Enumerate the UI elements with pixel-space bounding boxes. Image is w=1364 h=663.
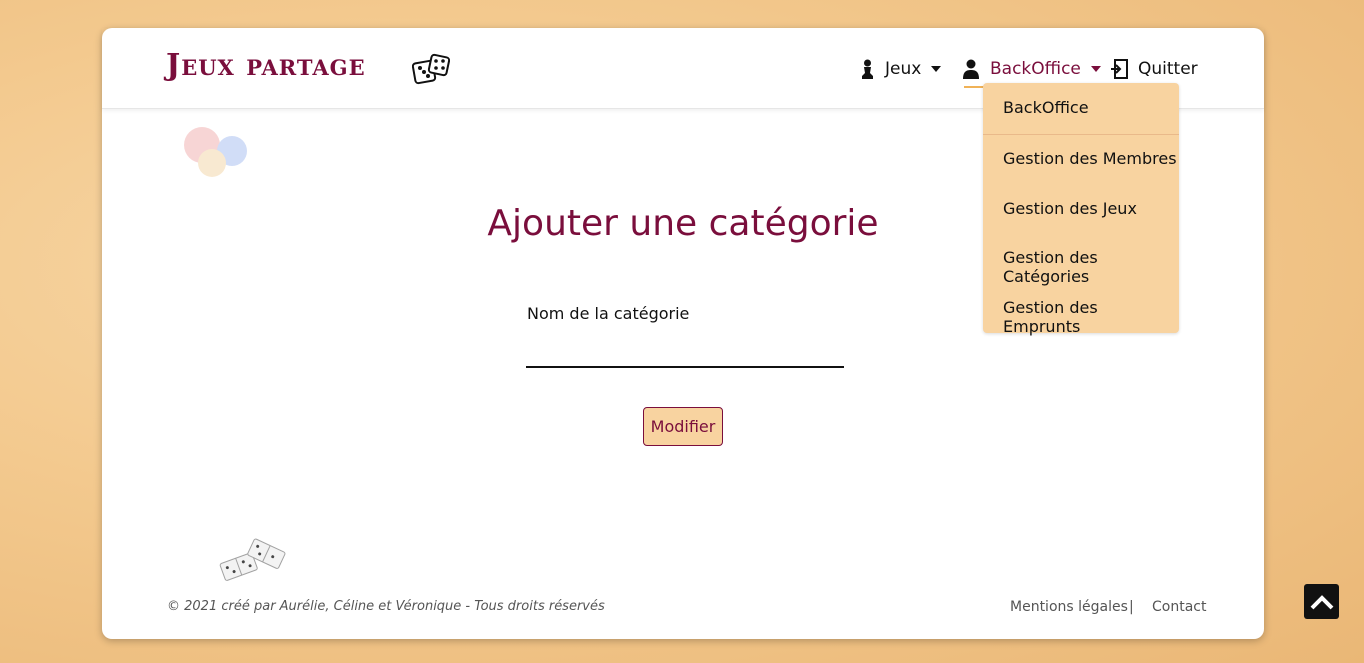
nav-backoffice[interactable]: BackOffice xyxy=(962,57,1101,81)
nav-jeux-label: Jeux xyxy=(885,59,922,79)
backoffice-dropdown-menu: BackOffice Gestion des Membres Gestion d… xyxy=(983,83,1179,336)
nav-quit[interactable]: Quitter xyxy=(1110,57,1198,81)
user-icon xyxy=(963,59,979,79)
footer-separator: | xyxy=(1129,599,1134,615)
main-card: Jeux partage Jeux BackOffice Quitter Ajo… xyxy=(102,28,1264,639)
nav-jeux[interactable]: Jeux xyxy=(860,57,942,81)
footer-contact-link[interactable]: Contact xyxy=(1152,599,1206,615)
poker-chips-icon xyxy=(184,127,247,177)
back-to-top-button[interactable] xyxy=(1304,584,1339,619)
dropdown-item-jeux[interactable]: Gestion des Jeux xyxy=(1003,199,1137,218)
caret-down-icon xyxy=(931,66,942,72)
footer-legal-link[interactable]: Mentions légales xyxy=(1010,599,1128,615)
dropdown-divider xyxy=(983,134,1179,135)
pawn-icon xyxy=(862,59,873,79)
nav-quit-label: Quitter xyxy=(1138,59,1198,79)
brand-logo[interactable]: Jeux partage xyxy=(166,48,366,83)
dropdown-item-membres[interactable]: Gestion des Membres xyxy=(1003,149,1177,168)
dominoes-icon xyxy=(219,538,286,581)
submit-button[interactable]: Modifier xyxy=(643,407,723,446)
nav-backoffice-label: BackOffice xyxy=(990,59,1081,79)
footer-copyright: © 2021 créé par Aurélie, Céline et Véron… xyxy=(167,599,605,614)
category-name-input[interactable] xyxy=(526,332,844,368)
category-name-label: Nom de la catégorie xyxy=(527,304,690,323)
dropdown-item-emprunts[interactable]: Gestion des Emprunts xyxy=(1003,298,1179,336)
dropdown-item-categories[interactable]: Gestion des Catégories xyxy=(1003,248,1179,286)
exit-icon xyxy=(1111,59,1128,79)
dropdown-item-backoffice[interactable]: BackOffice xyxy=(1003,98,1089,117)
dice-icon xyxy=(412,53,451,85)
caret-down-icon xyxy=(1090,66,1101,72)
chevron-up-icon xyxy=(1310,594,1333,609)
